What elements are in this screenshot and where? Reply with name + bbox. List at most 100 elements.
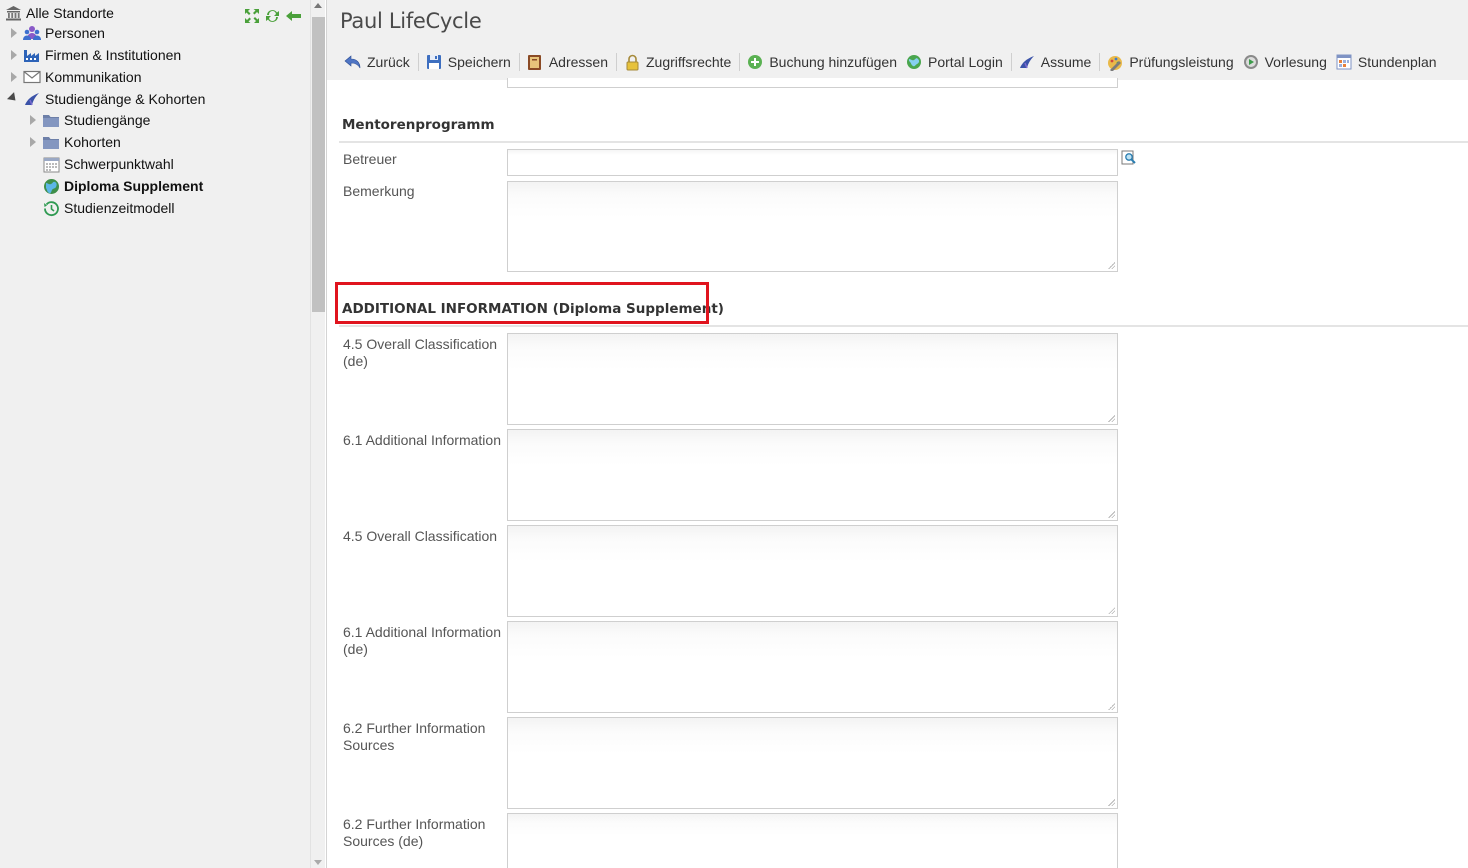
overall-classification-label: 4.5 Overall Classification: [343, 528, 498, 544]
toolbar-separator: [518, 53, 520, 71]
section-title-mentoring: Mentorenprogramm: [342, 117, 495, 133]
tree-item-firmen[interactable]: Firmen & Institutionen: [9, 45, 181, 65]
tree-item-label: Personen: [45, 25, 105, 41]
collapse-arrow-icon[interactable]: [6, 89, 20, 109]
refresh-icon[interactable]: [264, 7, 281, 24]
assume-button[interactable]: Assume: [1015, 50, 1097, 74]
toolbar-separator: [616, 53, 617, 71]
tree-scrollbar[interactable]: [310, 0, 325, 868]
overall-classification-de-textarea[interactable]: [507, 333, 1118, 425]
toolbar: Zurück Speichern Adressen Zugriffsrechte…: [341, 50, 1442, 74]
access-rights-button[interactable]: Zugriffsrechte: [620, 50, 736, 74]
folder-icon: [42, 111, 60, 129]
resize-grip-icon[interactable]: [1108, 262, 1115, 269]
lookup-search-icon[interactable]: [1121, 150, 1137, 166]
timetable-button[interactable]: Stundenplan: [1332, 50, 1442, 74]
further-information-sources-textarea[interactable]: [507, 717, 1118, 809]
additional-information-de-textarea[interactable]: [507, 621, 1118, 713]
tree-item-label: Schwerpunktwahl: [64, 156, 174, 172]
expand-arrow-icon[interactable]: [9, 67, 19, 87]
tree-item-kommunikation[interactable]: Kommunikation: [9, 67, 142, 87]
tree-item-label: Studienzeitmodell: [64, 200, 175, 216]
graduation-cap-icon: [23, 90, 41, 108]
tree-toolbar: [243, 7, 302, 24]
betreuer-input[interactable]: [507, 149, 1118, 176]
section-divider: [339, 141, 1468, 143]
section-divider: [339, 325, 1468, 327]
resize-grip-icon[interactable]: [1108, 607, 1115, 614]
exam-performance-button-label: Prüfungsleistung: [1129, 54, 1234, 70]
tree-item-label: Firmen & Institutionen: [45, 47, 182, 63]
tree-item-schwerpunktwahl[interactable]: Schwerpunktwahl: [42, 154, 174, 174]
toolbar-separator: [1010, 53, 1012, 71]
lecture-button-label: Vorlesung: [1264, 54, 1327, 70]
tree-root-label: Alle Standorte: [26, 5, 114, 21]
tree-item-studiengaenge-kohorten[interactable]: Studiengänge & Kohorten: [6, 89, 206, 109]
toolbar-separator: [739, 53, 741, 71]
add-booking-button-label: Buchung hinzufügen: [769, 54, 898, 70]
header-bar: Paul LifeCycle Zurück Speichern Adressen…: [327, 0, 1468, 80]
back-arrow-icon: [344, 53, 362, 71]
main-content: Paul LifeCycle Zurück Speichern Adressen…: [326, 0, 1468, 868]
navigation-tree: Alle Standorte Personen Firmen & Institu…: [0, 0, 310, 868]
resize-grip-icon[interactable]: [1108, 415, 1115, 422]
expand-arrow-icon[interactable]: [9, 23, 19, 43]
further-information-sources-de-textarea[interactable]: [507, 813, 1118, 868]
overall-classification-de-label: 4.5 Overall Classification (de): [343, 336, 498, 369]
tree-item-personen[interactable]: Personen: [9, 23, 105, 43]
portal-login-button-label: Portal Login: [928, 54, 1003, 70]
bemerkung-label: Bemerkung: [343, 183, 415, 199]
access-rights-button-label: Zugriffsrechte: [646, 54, 732, 70]
folder-icon: [42, 133, 60, 151]
bemerkung-textarea[interactable]: [507, 181, 1118, 272]
overall-classification-textarea[interactable]: [507, 525, 1118, 617]
highlight-annotation-box: [335, 282, 709, 324]
expand-all-icon[interactable]: [243, 7, 260, 24]
toolbar-separator: [417, 53, 419, 71]
expand-arrow-icon[interactable]: [28, 132, 38, 152]
additional-information-de-label: 6.1 Additional Information (de): [343, 624, 501, 657]
tree-item-diploma-supplement[interactable]: Diploma Supplement: [42, 176, 203, 196]
tree-item-studiengaenge[interactable]: Studiengänge: [28, 110, 150, 130]
resize-grip-icon[interactable]: [1108, 799, 1115, 806]
betreuer-label: Betreuer: [343, 151, 397, 167]
tree-item-kohorten[interactable]: Kohorten: [28, 132, 121, 152]
lecture-button[interactable]: Vorlesung: [1239, 50, 1332, 74]
toolbar-separator: [1099, 53, 1101, 71]
save-button[interactable]: Speichern: [422, 50, 516, 74]
portal-login-button[interactable]: Portal Login: [902, 50, 1008, 74]
tree-root-alle-standorte[interactable]: Alle Standorte: [4, 3, 114, 23]
calendar-grid-icon: [1335, 53, 1353, 71]
diploma-globe-icon: [42, 177, 60, 195]
factory-icon: [23, 46, 41, 64]
addresses-button-label: Adressen: [548, 54, 608, 70]
additional-information-textarea[interactable]: [507, 429, 1118, 521]
resize-grip-icon[interactable]: [1108, 511, 1115, 518]
envelope-icon: [23, 68, 41, 86]
institution-building-icon: [4, 4, 22, 22]
tree-item-label: Studiengänge & Kohorten: [45, 91, 206, 107]
lecture-icon: [1242, 53, 1260, 71]
tree-item-studienzeitmodell[interactable]: Studienzeitmodell: [42, 198, 175, 218]
resize-grip-icon[interactable]: [1108, 703, 1115, 710]
history-clock-icon: [42, 199, 60, 217]
tree-item-label: Kohorten: [64, 134, 121, 150]
exam-performance-button[interactable]: Prüfungsleistung: [1103, 50, 1238, 74]
further-information-sources-label: 6.2 Further Information Sources: [343, 720, 486, 753]
back-button[interactable]: Zurück: [341, 50, 415, 74]
tree-item-label: Studiengänge: [64, 112, 151, 128]
tree-item-label: Kommunikation: [45, 69, 142, 85]
timetable-button-label: Stundenplan: [1357, 54, 1437, 70]
collapse-panel-arrow-icon[interactable]: [285, 7, 302, 24]
add-booking-button[interactable]: Buchung hinzufügen: [743, 50, 902, 74]
scrollbar-thumb[interactable]: [312, 17, 325, 312]
tree-item-label: Diploma Supplement: [64, 178, 204, 194]
calendar-icon: [42, 155, 60, 173]
scroll-up-arrow-icon[interactable]: [314, 3, 322, 8]
addresses-button[interactable]: Adressen: [523, 50, 613, 74]
expand-arrow-icon[interactable]: [9, 45, 19, 65]
scroll-down-arrow-icon[interactable]: [314, 860, 322, 865]
page-title: Paul LifeCycle: [340, 9, 482, 33]
expand-arrow-icon[interactable]: [28, 110, 38, 130]
previous-field-edge: [507, 78, 1118, 88]
